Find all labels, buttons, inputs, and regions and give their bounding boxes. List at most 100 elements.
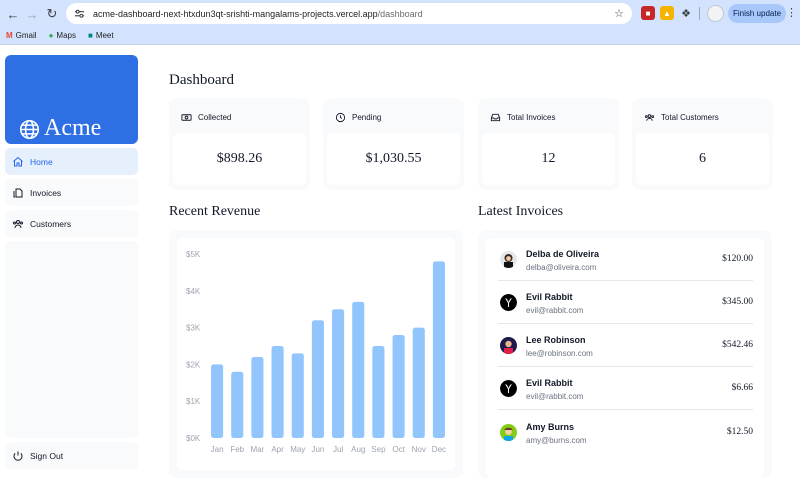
sidebar-item-label: Home bbox=[30, 156, 53, 167]
invoice-customer-email: delba@oliveira.com bbox=[526, 263, 597, 272]
y-tick-label: $4K bbox=[186, 287, 201, 296]
address-bar[interactable]: acme-dashboard-next-htxdun3qt-srishti-ma… bbox=[66, 3, 632, 24]
revenue-bar-jan[interactable] bbox=[211, 364, 224, 438]
invoice-amount: $345.00 bbox=[722, 297, 753, 307]
clock-icon bbox=[335, 112, 346, 123]
revenue-bar-oct[interactable] bbox=[392, 334, 405, 438]
invoice-row[interactable]: Lee Robinson lee@robinson.com $542.46 bbox=[498, 325, 753, 367]
home-icon bbox=[13, 156, 23, 166]
more-menu-icon[interactable]: ⋮ bbox=[786, 6, 797, 19]
sign-out-button[interactable]: Sign Out bbox=[5, 442, 138, 469]
x-tick-label: Mar bbox=[251, 445, 265, 454]
x-tick-label: May bbox=[290, 445, 305, 454]
latest-invoices-panel: Delba de Oliveira delba@oliveira.com $12… bbox=[478, 230, 772, 478]
revenue-bar-jun[interactable] bbox=[311, 320, 324, 438]
card-total-invoices: Total Invoices 12 bbox=[478, 98, 619, 190]
card-title: Collected bbox=[198, 113, 232, 122]
card-header: Total Invoices bbox=[490, 112, 555, 123]
invoice-row[interactable]: Evil Rabbit evil@rabbit.com $345.00 bbox=[498, 282, 753, 324]
invoice-row[interactable]: Evil Rabbit evil@rabbit.com $6.66 bbox=[498, 368, 753, 410]
x-tick-label: Dec bbox=[432, 445, 446, 454]
reload-icon[interactable]: ↻ bbox=[41, 3, 63, 25]
x-tick-label: Jun bbox=[311, 445, 324, 454]
invoice-customer-name: Delba de Oliveira bbox=[526, 249, 600, 259]
sidebar-item-label: Customers bbox=[30, 218, 72, 229]
x-tick-label: Oct bbox=[392, 445, 405, 454]
drive-extension-icon[interactable]: ▲ bbox=[660, 6, 674, 20]
card-value: 6 bbox=[636, 133, 769, 185]
acme-logo[interactable]: Acme bbox=[5, 55, 138, 144]
browser-toolbar: ← → ↻ acme-dashboard-next-htxdun3qt-sris… bbox=[0, 0, 800, 27]
bookmark-maps[interactable]: ● Maps bbox=[49, 31, 76, 40]
sign-out-label: Sign Out bbox=[30, 450, 64, 461]
avatar-rabbit bbox=[500, 294, 517, 311]
bookmark-star-icon[interactable]: ☆ bbox=[614, 7, 624, 20]
revenue-chart-svg: $0K $1K $2K $3K $4K $5K Jan Feb Mar Apr May Jun Jul A… bbox=[186, 250, 446, 454]
card-title: Total Customers bbox=[661, 113, 719, 122]
document-icon bbox=[13, 188, 23, 197]
recent-revenue-title: Recent Revenue bbox=[169, 204, 261, 219]
bookmark-label: Gmail bbox=[15, 31, 37, 40]
forward-icon[interactable]: → bbox=[21, 3, 43, 25]
latest-invoices-list: Delba de Oliveira delba@oliveira.com $12… bbox=[486, 238, 764, 478]
maps-icon: ● bbox=[48, 31, 54, 40]
invoice-customer-name: Evil Rabbit bbox=[526, 378, 573, 388]
revenue-bar-feb[interactable] bbox=[231, 371, 244, 438]
shield-extension-icon[interactable]: ■ bbox=[641, 6, 655, 20]
finish-update-button[interactable]: Finish update bbox=[728, 4, 786, 23]
invoice-customer-name: Amy Burns bbox=[526, 422, 575, 432]
gmail-icon: M bbox=[6, 31, 13, 40]
x-tick-label: Feb bbox=[230, 445, 244, 454]
invoice-customer-email: evil@rabbit.com bbox=[526, 392, 584, 401]
sidebar-item-home[interactable]: Home bbox=[5, 148, 138, 175]
sidebar-item-invoices[interactable]: Invoices bbox=[5, 179, 138, 206]
revenue-chart-panel: $0K $1K $2K $3K $4K $5K Jan Feb Mar Apr May Jun Jul A… bbox=[169, 230, 463, 478]
revenue-bar-sep[interactable] bbox=[372, 346, 385, 438]
revenue-bar-dec[interactable] bbox=[432, 261, 445, 438]
site-settings-icon[interactable] bbox=[74, 8, 85, 19]
revenue-chart: $0K $1K $2K $3K $4K $5K Jan Feb Mar Apr May Jun Jul A… bbox=[177, 238, 455, 470]
x-tick-label: Nov bbox=[412, 445, 426, 454]
invoice-row[interactable]: Amy Burns amy@burns.com $12.50 bbox=[498, 412, 753, 454]
url-path: /dashboard bbox=[377, 8, 423, 19]
invoice-customer-email: evil@rabbit.com bbox=[526, 306, 584, 315]
invoice-amount: $12.50 bbox=[726, 427, 753, 437]
invoice-amount: $6.66 bbox=[731, 383, 753, 393]
revenue-bar-may[interactable] bbox=[291, 353, 304, 438]
inbox-icon bbox=[490, 113, 501, 122]
x-tick-label: Jul bbox=[333, 445, 343, 454]
revenue-bar-apr[interactable] bbox=[271, 346, 284, 438]
card-title: Pending bbox=[352, 113, 382, 122]
card-title: Total Invoices bbox=[507, 113, 556, 122]
invoice-customer-email: amy@burns.com bbox=[526, 436, 587, 445]
banknotes-icon bbox=[181, 114, 192, 121]
avatar-lee bbox=[500, 337, 517, 354]
card-pending: Pending $1,030.55 bbox=[323, 98, 464, 190]
url-host: acme-dashboard-next-htxdun3qt-srishti-ma… bbox=[93, 8, 378, 19]
y-tick-label: $1K bbox=[186, 397, 201, 406]
avatar-rabbit bbox=[500, 380, 517, 397]
invoice-amount: $542.46 bbox=[722, 340, 753, 350]
sidebar-spacer bbox=[5, 241, 138, 438]
bookmark-gmail[interactable]: M Gmail bbox=[6, 31, 37, 40]
revenue-bar-aug[interactable] bbox=[352, 301, 365, 438]
card-header: Collected bbox=[181, 112, 231, 123]
profile-avatar[interactable] bbox=[707, 5, 724, 22]
power-icon bbox=[13, 451, 23, 461]
invoice-row[interactable]: Delba de Oliveira delba@oliveira.com $12… bbox=[498, 239, 753, 281]
x-tick-label: Sep bbox=[371, 445, 386, 454]
avatar-delba bbox=[500, 251, 517, 268]
bookmark-meet[interactable]: ■ Meet bbox=[88, 31, 114, 40]
toolbar-divider bbox=[699, 7, 700, 20]
page-title: Dashboard bbox=[169, 72, 234, 88]
sidebar-item-label: Invoices bbox=[30, 187, 62, 198]
puzzle-extensions-icon[interactable]: ❖ bbox=[679, 6, 693, 20]
avatar-amy bbox=[500, 424, 517, 441]
invoice-customer-name: Lee Robinson bbox=[526, 335, 586, 345]
revenue-bar-nov[interactable] bbox=[412, 327, 425, 438]
revenue-bar-mar[interactable] bbox=[251, 357, 264, 438]
revenue-bar-jul[interactable] bbox=[332, 309, 345, 438]
y-tick-label: $0K bbox=[186, 434, 201, 443]
sidebar-item-customers[interactable]: Customers bbox=[5, 210, 138, 237]
card-value: $1,030.55 bbox=[327, 133, 460, 185]
